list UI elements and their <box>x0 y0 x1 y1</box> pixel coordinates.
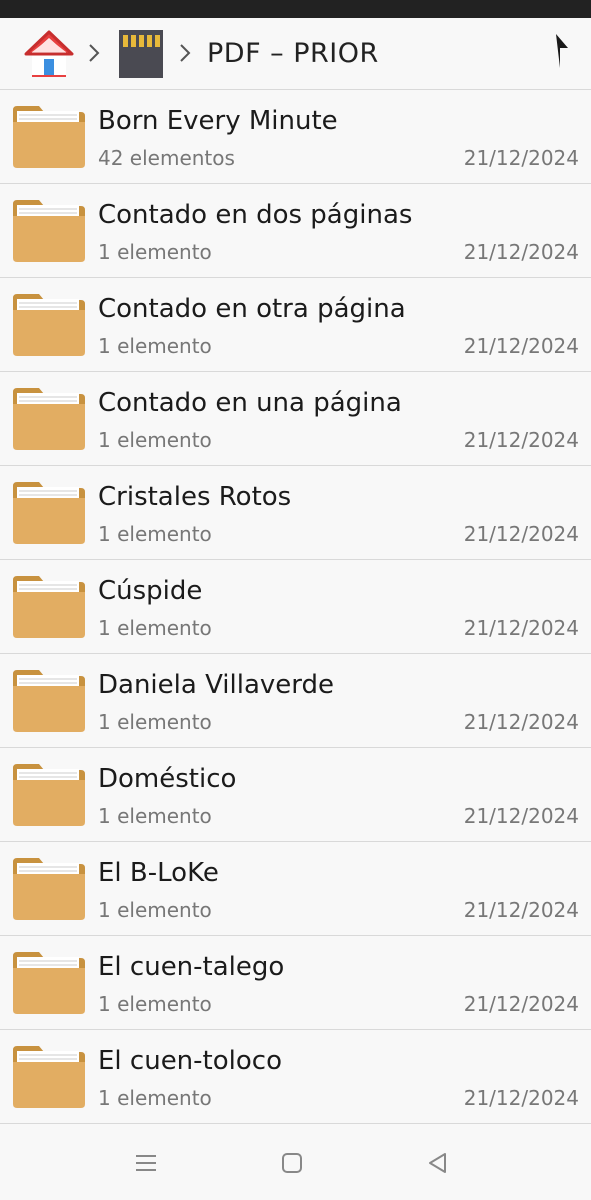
folder-date: 21/12/2024 <box>463 616 579 640</box>
chevron-right-icon <box>89 44 100 62</box>
folder-date: 21/12/2024 <box>463 522 579 546</box>
home-button[interactable] <box>22 27 76 81</box>
folder-icon <box>13 294 85 356</box>
folder-icon <box>13 576 85 638</box>
folder-name: Cristales Rotos <box>98 482 292 512</box>
folder-item-count: 1 elemento <box>98 616 212 640</box>
home-square-icon[interactable] <box>277 1148 307 1178</box>
navigation-bar <box>0 1124 591 1200</box>
folder-icon <box>13 106 85 168</box>
status-bar <box>0 0 591 18</box>
folder-list: Born Every Minute 42 elementos 21/12/2024 C… <box>0 90 591 1124</box>
chevron-right-icon <box>180 44 191 62</box>
folder-item-count: 1 elemento <box>98 804 212 828</box>
folder-name: Doméstico <box>98 764 237 794</box>
folder-item-count: 1 elemento <box>98 992 212 1016</box>
folder-item-count: 1 elemento <box>98 334 212 358</box>
folder-row[interactable]: El cuen-talego 1 elemento 21/12/2024 <box>0 936 591 1030</box>
menu-icon[interactable] <box>131 1148 161 1178</box>
folder-row[interactable]: Cristales Rotos 1 elemento 21/12/2024 <box>0 466 591 560</box>
up-button[interactable] <box>532 32 572 78</box>
folder-item-count: 1 elemento <box>98 428 212 452</box>
sd-card-icon <box>119 30 163 78</box>
folder-date: 21/12/2024 <box>463 804 579 828</box>
folder-item-count: 42 elementos <box>98 146 235 170</box>
folder-icon <box>13 670 85 732</box>
breadcrumb-current[interactable]: PDF – PRIOR <box>207 38 379 69</box>
folder-row[interactable]: Contado en dos páginas 1 elemento 21/12/20… <box>0 184 591 278</box>
folder-name: Contado en una página <box>98 388 402 418</box>
folder-date: 21/12/2024 <box>463 898 579 922</box>
folder-item-count: 1 elemento <box>98 710 212 734</box>
folder-row[interactable]: El cuen-toloco 1 elemento 21/12/2024 <box>0 1030 591 1124</box>
folder-date: 21/12/2024 <box>463 428 579 452</box>
folder-icon <box>13 388 85 450</box>
folder-row[interactable]: Born Every Minute 42 elementos 21/12/2024 <box>0 90 591 184</box>
folder-name: Contado en dos páginas <box>98 200 413 230</box>
folder-name: El cuen-toloco <box>98 1046 282 1076</box>
folder-icon <box>13 952 85 1014</box>
home-icon <box>24 30 74 77</box>
folder-icon <box>13 1046 85 1108</box>
folder-row[interactable]: Doméstico 1 elemento 21/12/2024 <box>0 748 591 842</box>
folder-item-count: 1 elemento <box>98 898 212 922</box>
folder-item-count: 1 elemento <box>98 1086 212 1110</box>
folder-item-count: 1 elemento <box>98 240 212 264</box>
folder-date: 21/12/2024 <box>463 240 579 264</box>
toolbar: PDF – PRIOR <box>0 18 591 90</box>
folder-date: 21/12/2024 <box>463 1086 579 1110</box>
folder-date: 21/12/2024 <box>463 992 579 1016</box>
folder-row[interactable]: El B-LoKe 1 elemento 21/12/2024 <box>0 842 591 936</box>
folder-row[interactable]: Contado en una página 1 elemento 21/12/202… <box>0 372 591 466</box>
folder-row[interactable]: Daniela Villaverde 1 elemento 21/12/2024 <box>0 654 591 748</box>
folder-row[interactable]: Contado en otra página 1 elemento 21/12/20… <box>0 278 591 372</box>
folder-name: El cuen-talego <box>98 952 285 982</box>
folder-date: 21/12/2024 <box>463 710 579 734</box>
up-arrow-icon <box>556 34 568 68</box>
folder-name: Born Every Minute <box>98 106 338 136</box>
folder-name: Daniela Villaverde <box>98 670 335 700</box>
folder-icon <box>13 200 85 262</box>
folder-item-count: 1 elemento <box>98 522 212 546</box>
folder-icon <box>13 764 85 826</box>
folder-name: Contado en otra página <box>98 294 406 324</box>
folder-name: El B-LoKe <box>98 858 219 888</box>
folder-date: 21/12/2024 <box>463 146 579 170</box>
folder-row[interactable]: Cúspide 1 elemento 21/12/2024 <box>0 560 591 654</box>
folder-name: Cúspide <box>98 576 203 606</box>
folder-icon <box>13 858 85 920</box>
sd-card-button[interactable] <box>116 27 166 81</box>
back-triangle-icon[interactable] <box>423 1148 453 1178</box>
folder-icon <box>13 482 85 544</box>
folder-date: 21/12/2024 <box>463 334 579 358</box>
